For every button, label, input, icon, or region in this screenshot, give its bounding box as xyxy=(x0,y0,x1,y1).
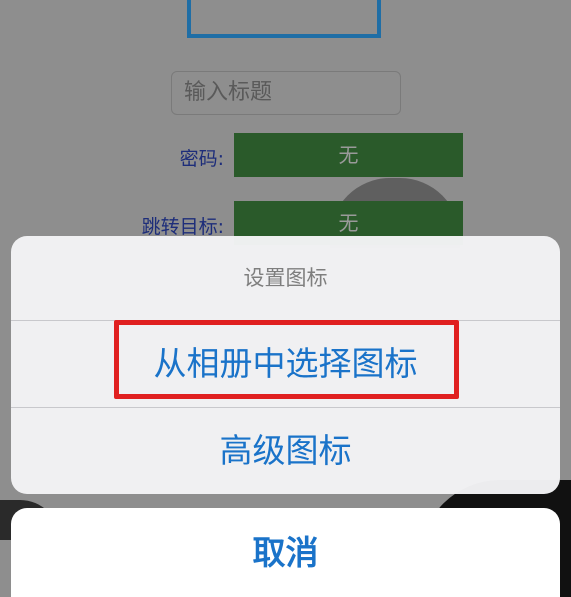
password-label: 密码: xyxy=(179,148,224,170)
advanced-icon-button[interactable]: 高级图标 xyxy=(11,408,560,494)
action-sheet-title: 设置图标 xyxy=(243,266,328,290)
action-sheet: 设置图标 从相册中选择图标 高级图标 xyxy=(11,236,560,494)
watermark-brand: Bai xyxy=(440,538,481,565)
watermark-suffix: 经验 xyxy=(520,546,556,566)
highlight-annotation-box xyxy=(114,320,459,399)
watermark-url: jingyan.baidu.com xyxy=(444,570,541,584)
icon-preview-frame xyxy=(187,0,381,38)
target-label: 跳转目标: xyxy=(141,216,224,238)
paw-icon xyxy=(496,541,515,559)
password-field[interactable]: 无 xyxy=(234,133,463,177)
watermark: Bai 经验 jingyan.baidu.com xyxy=(440,538,565,594)
title-input[interactable]: 输入标题 xyxy=(171,71,401,115)
screen: 输入标题 密码: 无 跳转目标: 无 设置图标 从相册中选择图标 高级图标 取消… xyxy=(0,0,571,597)
